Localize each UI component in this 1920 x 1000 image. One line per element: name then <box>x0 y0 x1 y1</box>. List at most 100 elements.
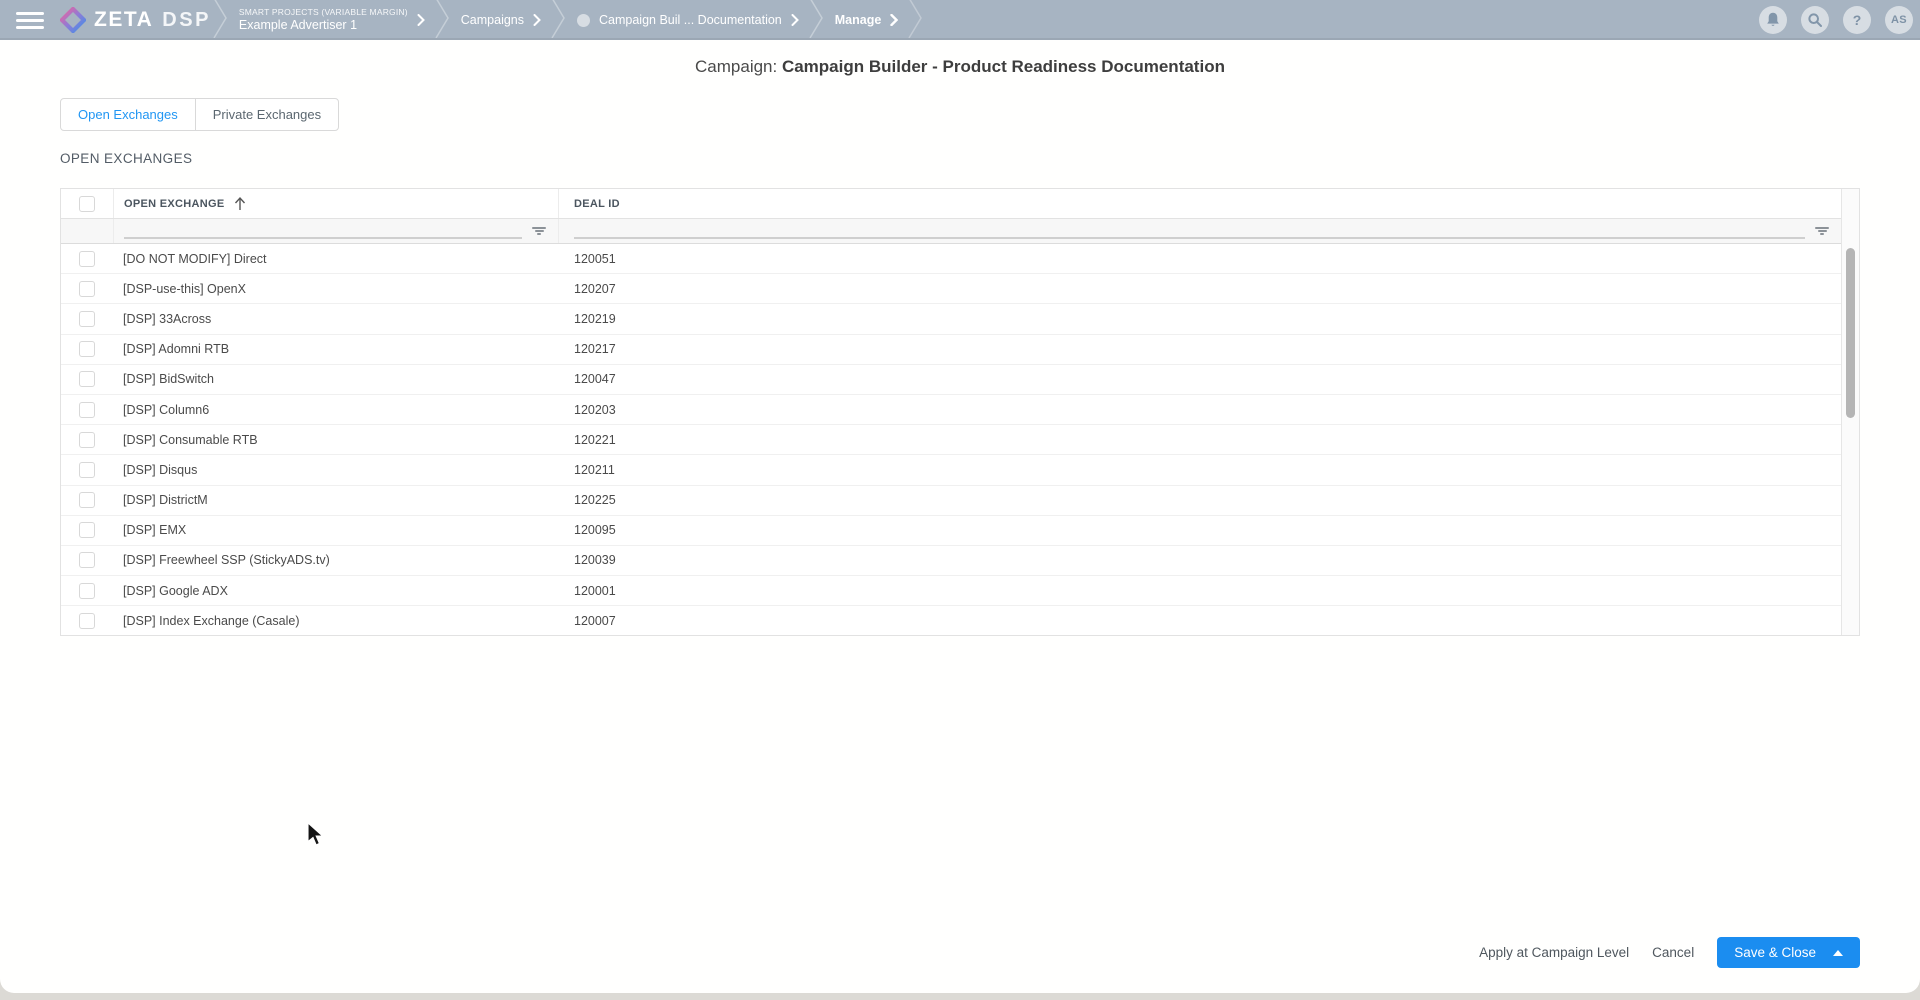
exchange-cell: [DSP] Freewheel SSP (StickyADS.tv) <box>123 553 330 568</box>
deal-id-cell: 120001 <box>574 583 616 598</box>
chevron-right-icon <box>791 14 799 26</box>
open-exchanges-grid: OPEN EXCHANGE DEAL ID [DO NOT MODIFY] Di… <box>60 188 1860 636</box>
exchange-filter-input[interactable] <box>124 237 522 239</box>
grid-scrollbar[interactable] <box>1842 189 1859 635</box>
deal-id-cell: 120221 <box>574 432 616 447</box>
apply-campaign-level-button[interactable]: Apply at Campaign Level <box>1479 945 1629 960</box>
breadcrumb-campaigns[interactable]: Campaigns <box>461 13 541 27</box>
sort-ascending-icon <box>234 196 246 211</box>
project-eyebrow: SMART PROJECTS (VARIABLE MARGIN) <box>238 6 408 17</box>
deal-id-filter-input[interactable] <box>574 237 1805 239</box>
tab-private-exchanges[interactable]: Private Exchanges <box>194 99 338 130</box>
table-row[interactable]: [DO NOT MODIFY] Direct 120051 <box>61 244 1841 275</box>
breadcrumb-campaign[interactable]: Campaign Buil ... Documentation <box>577 13 799 27</box>
question-mark-icon: ? <box>1852 12 1862 28</box>
deal-id-cell: 120207 <box>574 281 616 296</box>
breadcrumb-separator-icon <box>213 0 229 43</box>
hamburger-menu-icon[interactable] <box>16 8 44 33</box>
exchange-cell: [DSP] Index Exchange (Casale) <box>123 613 300 628</box>
exchange-cell: [DSP] Consumable RTB <box>123 432 258 447</box>
scrollbar-thumb[interactable] <box>1846 248 1855 418</box>
table-row[interactable]: [DSP] Column6 120203 <box>61 394 1841 426</box>
deal-id-cell: 120007 <box>574 613 616 628</box>
filter-icon[interactable] <box>1815 227 1829 235</box>
exchange-cell: [DO NOT MODIFY] Direct <box>123 251 267 266</box>
brand-name: ZETA <box>94 8 154 31</box>
user-avatar[interactable]: AS <box>1885 6 1913 34</box>
exchange-cell: [DSP-use-this] OpenX <box>123 281 246 296</box>
breadcrumb-separator-icon <box>809 0 825 43</box>
table-row[interactable]: [DSP] EMX 120095 <box>61 515 1841 546</box>
brand-logo[interactable]: ZETA DSP <box>60 7 211 33</box>
deal-id-cell: 120039 <box>574 553 616 568</box>
cancel-button[interactable]: Cancel <box>1652 945 1694 960</box>
grid-header-row: OPEN EXCHANGE DEAL ID <box>61 189 1841 219</box>
table-row[interactable]: [DSP] Disqus 120211 <box>61 455 1841 486</box>
caret-up-icon <box>1833 949 1843 956</box>
row-checkbox[interactable] <box>79 401 95 418</box>
row-checkbox[interactable] <box>79 461 95 478</box>
row-checkbox[interactable] <box>79 492 95 509</box>
brand-suffix: DSP <box>162 8 211 31</box>
row-checkbox[interactable] <box>79 250 95 267</box>
table-row[interactable]: [DSP] Freewheel SSP (StickyADS.tv) 12003… <box>61 545 1841 577</box>
row-checkbox[interactable] <box>79 341 95 358</box>
filter-icon[interactable] <box>532 227 546 235</box>
top-navbar: ZETA DSP SMART PROJECTS (VARIABLE MARGIN… <box>0 0 1920 40</box>
exchange-cell: [DSP] Google ADX <box>123 583 228 598</box>
row-checkbox[interactable] <box>79 280 95 297</box>
bell-icon <box>1766 12 1780 28</box>
table-row[interactable]: [DSP] Consumable RTB 120221 <box>61 425 1841 456</box>
chevron-right-icon <box>533 14 541 26</box>
column-header-deal-id[interactable]: DEAL ID <box>559 189 1841 218</box>
breadcrumb-manage[interactable]: Manage <box>835 13 899 27</box>
section-heading: OPEN EXCHANGES <box>60 151 193 166</box>
row-checkbox[interactable] <box>79 612 95 629</box>
help-button[interactable]: ? <box>1843 6 1871 34</box>
search-button[interactable] <box>1801 6 1829 34</box>
table-row[interactable]: [DSP] BidSwitch 120047 <box>61 364 1841 395</box>
row-checkbox[interactable] <box>79 582 95 599</box>
row-checkbox[interactable] <box>79 371 95 388</box>
table-row[interactable]: [DSP] Adomni RTB 120217 <box>61 334 1841 365</box>
exchange-cell: [DSP] DistrictM <box>123 493 208 508</box>
exchange-cell: [DSP] BidSwitch <box>123 372 215 387</box>
page-title: Campaign: Campaign Builder - Product Rea… <box>0 57 1920 77</box>
exchange-tabs: Open Exchanges Private Exchanges <box>60 98 340 131</box>
table-row[interactable]: [DSP] DistrictM 120225 <box>61 485 1841 516</box>
main-content-panel: Campaign: Campaign Builder - Product Rea… <box>0 40 1920 993</box>
campaign-name: Campaign Builder - Product Readiness Doc… <box>781 57 1225 76</box>
row-checkbox[interactable] <box>79 522 95 539</box>
breadcrumb-separator-icon <box>908 0 924 43</box>
row-checkbox[interactable] <box>79 552 95 569</box>
campaign-label: Campaign Buil ... Documentation <box>599 13 782 27</box>
grid-filter-row <box>61 219 1841 244</box>
deal-id-cell: 120203 <box>574 402 616 417</box>
row-checkbox[interactable] <box>79 431 95 448</box>
table-row[interactable]: [DSP] Index Exchange (Casale) 120007 <box>61 606 1841 635</box>
select-all-checkbox[interactable] <box>79 195 95 212</box>
table-row[interactable]: [DSP] Google ADX 120001 <box>61 576 1841 607</box>
exchange-cell: [DSP] Disqus <box>123 462 198 477</box>
table-row[interactable]: [DSP-use-this] OpenX 120207 <box>61 274 1841 305</box>
row-checkbox[interactable] <box>79 310 95 327</box>
campaigns-label: Campaigns <box>460 13 525 27</box>
zeta-diamond-icon <box>60 7 86 33</box>
campaign-status-dot-icon <box>577 13 591 27</box>
deal-id-cell: 120225 <box>574 493 616 508</box>
notifications-button[interactable] <box>1759 6 1787 34</box>
deal-id-cell: 120217 <box>574 342 616 357</box>
footer-action-bar: Apply at Campaign Level Cancel Save & Cl… <box>1479 937 1860 968</box>
breadcrumb-advertiser[interactable]: SMART PROJECTS (VARIABLE MARGIN) Example… <box>239 7 425 33</box>
breadcrumb-separator-icon <box>551 0 567 43</box>
avatar-initials: AS <box>1891 14 1907 26</box>
search-icon <box>1808 13 1822 27</box>
tab-open-exchanges[interactable]: Open Exchanges <box>61 99 195 130</box>
page-title-prefix: Campaign: <box>695 57 782 76</box>
save-and-close-button[interactable]: Save & Close <box>1717 937 1860 968</box>
exchange-cell: [DSP] 33Across <box>123 311 212 326</box>
table-row[interactable]: [DSP] 33Across 120219 <box>61 304 1841 335</box>
advertiser-label: Example Advertiser 1 <box>238 17 358 32</box>
column-header-open-exchange[interactable]: OPEN EXCHANGE <box>113 189 559 218</box>
chevron-right-icon <box>890 14 899 26</box>
